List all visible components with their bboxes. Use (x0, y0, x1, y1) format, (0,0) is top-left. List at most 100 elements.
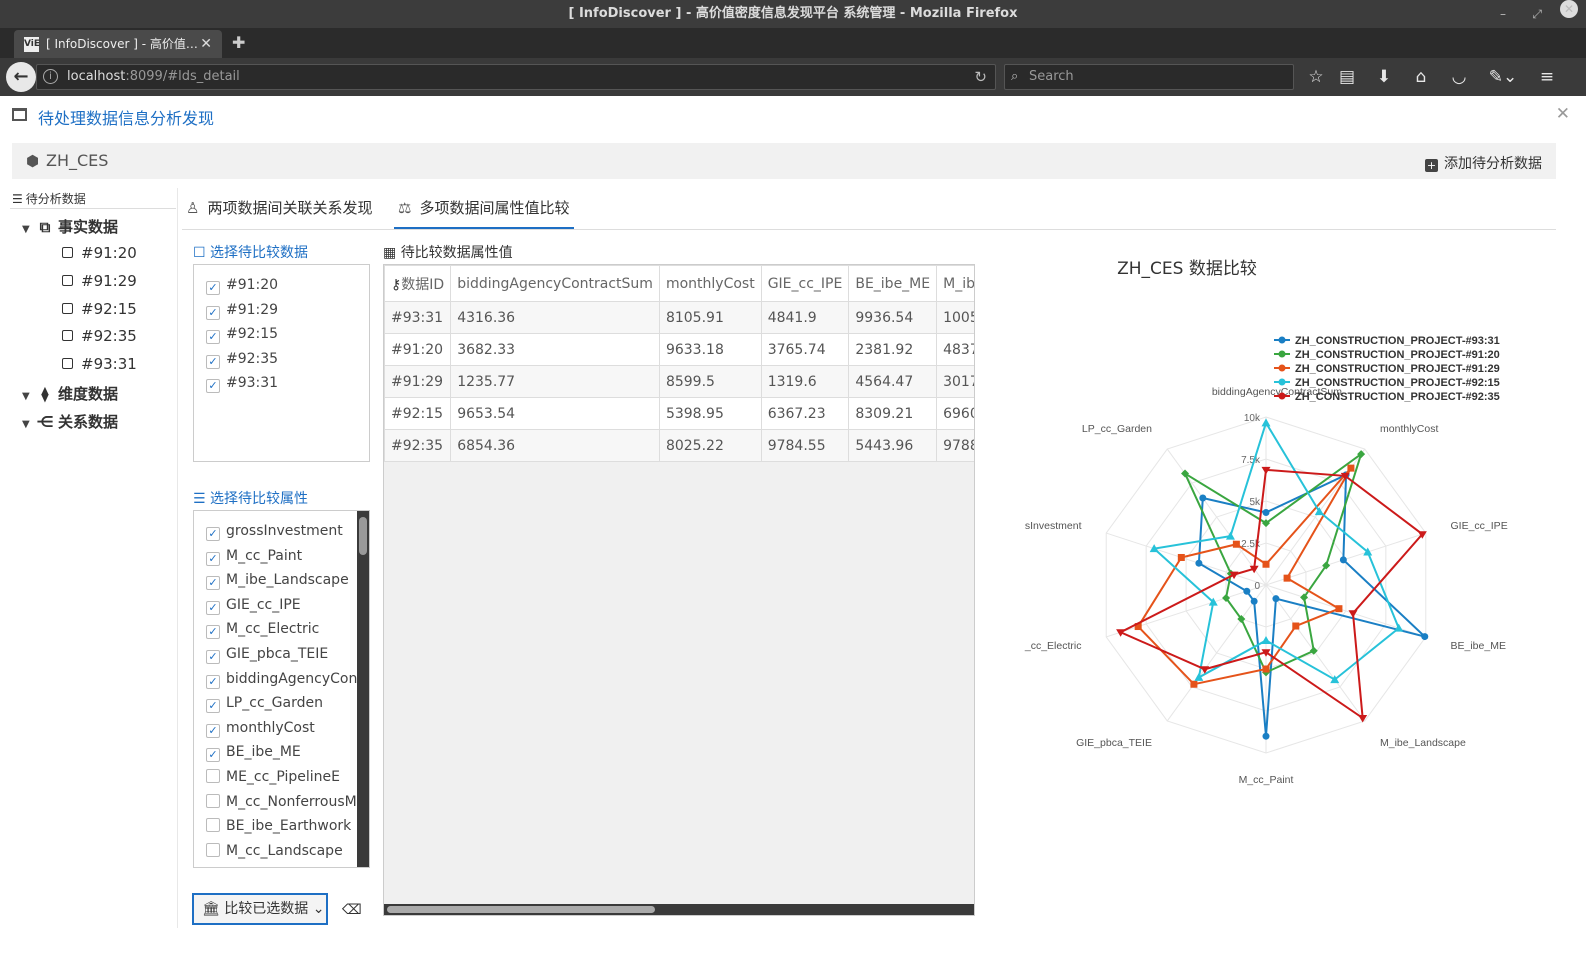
tree-leaf-91-29[interactable]: #91:29 (62, 272, 137, 290)
attribute-option[interactable]: ✓ BE_ibe_ME (206, 744, 301, 763)
pocket-icon[interactable]: ◡ (1448, 66, 1470, 88)
restore-icon[interactable]: ⤢ (1532, 0, 1542, 28)
checkbox-checked-icon[interactable]: ✓ (206, 699, 220, 714)
checkbox-icon[interactable] (206, 769, 220, 783)
attribute-option[interactable]: ✓ grossInvestment (206, 523, 343, 541)
close-window-icon[interactable]: ✕ (1560, 0, 1578, 18)
search-input[interactable]: ⌕ Search (1004, 64, 1294, 90)
checkbox-icon[interactable] (62, 247, 73, 258)
reading-list-icon[interactable]: ▤ (1336, 66, 1358, 88)
attribute-option[interactable]: M_cc_Landscape (206, 842, 343, 859)
horizontal-scrollbar[interactable] (384, 904, 974, 915)
checkbox-checked-icon[interactable]: ✓ (206, 306, 220, 320)
table-column-header[interactable]: BE_ibe_ME (848, 265, 938, 302)
caret-down-icon[interactable]: ▼ (22, 224, 34, 235)
tree-leaf-92-35[interactable]: #92:35 (62, 327, 137, 345)
attribute-checklist: ✓ grossInvestment ✓ M_cc_Paint ✓ M_ibe_Landsc… (193, 510, 370, 868)
attribute-option[interactable]: ME_cc_PipelineE (206, 769, 340, 785)
copy-icon: ⧉ (39, 218, 51, 236)
tree-node-dimensions[interactable]: ▼ ⧫ 维度数据 (22, 383, 118, 404)
checkbox-icon[interactable] (62, 330, 73, 341)
attribute-option-label: LP_cc_Garden (226, 695, 323, 712)
checkbox-icon[interactable] (62, 275, 73, 286)
checkbox-checked-icon[interactable]: ✓ (206, 355, 220, 369)
data-option[interactable]: ✓ #91:29 (206, 302, 278, 320)
checkbox-checked-icon[interactable]: ✓ (206, 723, 220, 738)
data-option[interactable]: ✓ #91:20 (206, 277, 278, 295)
new-tab-icon[interactable]: ✚ (232, 33, 245, 52)
checkbox-icon[interactable] (62, 358, 73, 369)
tree-leaf-91-20[interactable]: #91:20 (62, 244, 137, 262)
caret-down-icon[interactable]: ▼ (22, 391, 34, 402)
home-icon[interactable]: ⌂ (1410, 66, 1432, 88)
legend-label: ZH_CONSTRUCTION_PROJECT-#92:35 (1295, 391, 1500, 403)
table-column-header[interactable]: monthlyCost (658, 265, 762, 302)
tab-compare[interactable]: ⚖ 多项数据间属性值比较 (394, 192, 574, 229)
attribute-option[interactable]: M_cc_NonferrousMetal (206, 793, 369, 810)
minimize-icon[interactable]: – (1500, 0, 1506, 28)
table-cell: 8105.91 (658, 301, 762, 334)
checkbox-checked-icon[interactable]: ✓ (206, 600, 220, 615)
scrollbar-thumb[interactable] (359, 517, 367, 555)
checkbox-checked-icon[interactable]: ✓ (206, 379, 220, 393)
attribute-option[interactable]: BE_ibe_Earthwork (206, 818, 351, 834)
scrollbar[interactable] (357, 511, 369, 867)
close-icon[interactable]: ✕ (1556, 104, 1570, 124)
checkbox-checked-icon[interactable]: ✓ (206, 576, 220, 591)
checkbox-checked-icon[interactable]: ✓ (206, 330, 220, 344)
table-column-header[interactable]: biddingAgencyContractSum (450, 265, 660, 302)
table-row[interactable]: #91:203682.339633.183765.742381.924837.0 (384, 333, 974, 366)
checkbox-checked-icon[interactable]: ✓ (206, 527, 220, 541)
hamburger-menu-icon[interactable]: ≡ (1536, 66, 1558, 88)
attribute-option[interactable]: ✓ GIE_pbca_TEIE (206, 646, 328, 664)
download-icon[interactable]: ⬇ (1373, 66, 1395, 88)
scrollbar-thumb[interactable] (387, 906, 655, 913)
bookmark-star-icon[interactable]: ☆ (1305, 66, 1327, 88)
checkbox-icon[interactable] (206, 793, 220, 808)
attribute-option-label: M_cc_Landscape (226, 842, 343, 859)
checkbox-checked-icon[interactable]: ✓ (206, 674, 220, 689)
checkbox-checked-icon[interactable]: ✓ (206, 650, 220, 664)
table-column-header[interactable]: M_ibe_Landscape (936, 265, 974, 302)
checkbox-checked-icon[interactable]: ✓ (206, 625, 220, 640)
navigation-toolbar: ← i localhost:8099/#lds_detail ↻ ⌕ Searc… (0, 58, 1586, 96)
attribute-option[interactable]: ✓ biddingAgencyContractSum (206, 671, 369, 689)
tree-leaf-93-31[interactable]: #93:31 (62, 355, 137, 373)
data-option[interactable]: ✓ #92:15 (206, 326, 278, 344)
attribute-option[interactable]: ✓ LP_cc_Garden (206, 695, 323, 714)
attribute-option[interactable]: ✓ monthlyCost (206, 720, 315, 738)
eraser-icon[interactable]: ⌫ (342, 902, 362, 918)
checkbox-icon[interactable] (206, 818, 220, 833)
checkbox-checked-icon[interactable]: ✓ (206, 748, 220, 763)
checkbox-checked-icon[interactable]: ✓ (206, 551, 220, 566)
reload-icon[interactable]: ↻ (974, 65, 987, 89)
tab-correlation[interactable]: ♙ 两项数据间关联关系发现 (186, 192, 386, 229)
tree-node-facts[interactable]: ▼ ⧉ 事实数据 (22, 216, 118, 237)
add-data-button[interactable]: + 添加待分析数据 (1425, 153, 1542, 173)
compare-button[interactable]: 🏛 比较已选数据 ⌄ (192, 893, 328, 925)
checkbox-checked-icon[interactable]: ✓ (206, 281, 220, 295)
attribute-option[interactable]: ✓ M_ibe_Landscape (206, 572, 349, 591)
checkbox-icon[interactable] (206, 842, 220, 857)
caret-down-icon[interactable]: ▼ (22, 419, 34, 430)
back-button[interactable]: ← (6, 62, 36, 92)
table-row[interactable]: #91:291235.778599.51319.64564.473017.64 (384, 365, 974, 398)
table-row[interactable]: #93:314316.368105.914841.99936.541005.7 (384, 301, 974, 334)
attribute-option[interactable]: ✓ GIE_cc_IPE (206, 597, 301, 615)
tree-leaf-92-15[interactable]: #92:15 (62, 300, 137, 318)
attribute-option[interactable]: ✓ M_cc_Electric (206, 621, 319, 640)
browser-tab[interactable]: ViE [ InfoDiscover ] - 高价值… ✕ (14, 30, 222, 58)
data-option[interactable]: ✓ #92:35 (206, 351, 278, 369)
table-row[interactable]: #92:159653.545398.956367.238309.216960.6… (384, 397, 974, 430)
attribute-option[interactable]: ✓ M_cc_Paint (206, 548, 302, 566)
close-tab-icon[interactable]: ✕ (200, 30, 212, 58)
tree-node-relations[interactable]: ▼ ⋲ 关系数据 (22, 411, 118, 432)
table-column-header[interactable]: ⚷数据ID (384, 265, 452, 302)
url-bar[interactable]: i localhost:8099/#lds_detail ↻ (36, 64, 996, 90)
info-icon[interactable]: i (43, 69, 58, 84)
extension-menu-icon[interactable]: ✎⌄ (1486, 66, 1520, 88)
table-row[interactable]: #92:356854.368025.229784.555443.969788.3… (384, 429, 974, 462)
data-option[interactable]: ✓ #93:31 (206, 375, 278, 393)
table-column-header[interactable]: GIE_cc_IPE (760, 265, 850, 302)
checkbox-icon[interactable] (62, 303, 73, 314)
